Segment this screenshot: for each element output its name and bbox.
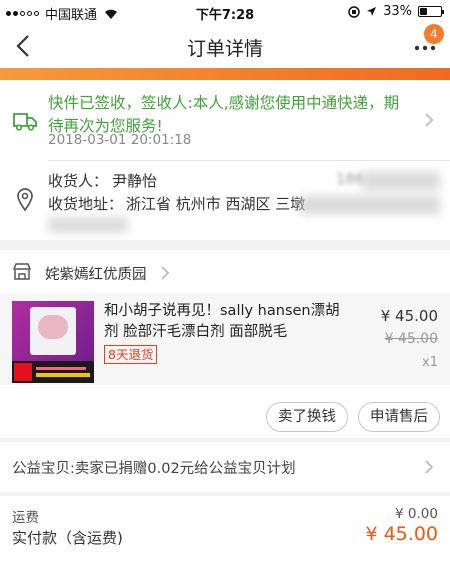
nav-bar: 订单详情 4 bbox=[0, 24, 450, 68]
header-accent-bar bbox=[0, 68, 450, 80]
store-icon bbox=[12, 263, 32, 280]
sell-button[interactable]: 卖了换钱 bbox=[266, 402, 348, 432]
chevron-right-icon[interactable] bbox=[424, 112, 434, 128]
battery-percent: 33% bbox=[383, 4, 412, 19]
redacted-address bbox=[300, 196, 440, 214]
divider bbox=[48, 160, 450, 161]
receiver-address-label: 收货地址： bbox=[48, 195, 124, 213]
receiver-phone: 186 bbox=[336, 170, 365, 188]
product-original-price: ¥ 45.00 bbox=[384, 331, 438, 347]
chevron-right-icon[interactable] bbox=[160, 265, 170, 281]
chevron-right-icon[interactable] bbox=[424, 459, 434, 475]
logistics-card: 快件已签收，签收人:本人,感谢您使用中通快递，期待再次为您服务! 2018-03… bbox=[0, 80, 450, 240]
product-title[interactable]: 和小胡子说再见！sally hansen漂胡剂 脸部汗毛漂白剂 面部脱毛 bbox=[104, 301, 354, 343]
shop-name[interactable]: 姹紫嫣红优质园 bbox=[45, 263, 147, 284]
after-sale-button[interactable]: 申请售后 bbox=[358, 402, 440, 432]
paid-value: ¥ 45.00 bbox=[365, 523, 438, 545]
notification-badge: 4 bbox=[424, 24, 444, 44]
redacted-phone bbox=[362, 172, 440, 190]
status-bar: 中国联通 下午7:28 33% bbox=[0, 0, 450, 24]
paid-label: 实付款（含运费) bbox=[12, 529, 123, 547]
charity-row[interactable]: 公益宝贝:卖家已捐赠0.02元给公益宝贝计划 bbox=[0, 442, 450, 492]
charity-text: 公益宝贝:卖家已捐赠0.02元给公益宝贝计划 bbox=[12, 461, 296, 477]
battery-icon bbox=[418, 6, 444, 17]
order-item-card: 姹紫嫣红优质园 和小胡子说再见！sally hansen漂胡剂 脸部汗毛漂白剂 … bbox=[0, 250, 450, 438]
product-row[interactable]: 和小胡子说再见！sally hansen漂胡剂 脸部汗毛漂白剂 面部脱毛 8天退… bbox=[0, 293, 450, 385]
location-arrow-icon bbox=[367, 7, 377, 16]
page-title: 订单详情 bbox=[186, 38, 263, 60]
payment-summary: 运费 ¥ 0.00 实付款（含运费) ¥ 45.00 bbox=[0, 496, 450, 570]
shipping-value: ¥ 0.00 bbox=[395, 506, 438, 522]
product-price: ¥ 45.00 bbox=[380, 307, 438, 325]
redacted-address-line2 bbox=[48, 218, 128, 232]
receiver-address: 浙江省 杭州市 西湖区 三墩 bbox=[126, 195, 306, 213]
product-quantity: x1 bbox=[422, 355, 438, 370]
location-pin-icon bbox=[17, 188, 33, 212]
shipping-label: 运费 bbox=[12, 510, 39, 526]
return-policy-badge: 8天退货 bbox=[104, 345, 158, 364]
receiver-name-label: 收货人： bbox=[48, 172, 109, 190]
logistics-time: 2018-03-01 20:01:18 bbox=[48, 132, 192, 148]
product-thumbnail[interactable] bbox=[12, 301, 94, 383]
rotation-lock-icon bbox=[348, 5, 360, 18]
receiver-name: 尹静怡 bbox=[112, 172, 158, 190]
truck-icon bbox=[13, 113, 37, 131]
